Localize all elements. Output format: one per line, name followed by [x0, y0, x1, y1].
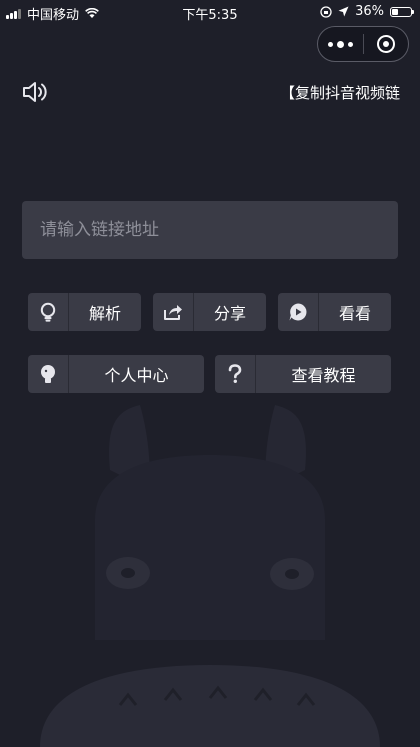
marquee-notice: 【复制抖音视频链: [280, 84, 401, 102]
rotation-lock-icon: [320, 5, 332, 18]
mini-program-capsule: [317, 26, 409, 62]
profile-button[interactable]: 个人中心: [28, 355, 204, 393]
status-right: 36%: [320, 4, 414, 19]
app-screen: 中国移动 下午5:35 36% 【复制抖音视频链 请输入链接地址 解析 分享 看…: [0, 0, 420, 747]
battery-percent: 36%: [355, 4, 384, 19]
share-icon: [153, 293, 194, 331]
link-url-input[interactable]: [22, 201, 398, 259]
share-button-label: 分享: [213, 304, 246, 323]
speaker-icon[interactable]: [22, 80, 48, 104]
status-bar: 中国移动 下午5:35 36%: [0, 0, 420, 24]
lightbulb-icon: [28, 293, 69, 331]
profile-button-label: 个人中心: [104, 366, 169, 385]
watch-button[interactable]: 看看: [278, 293, 391, 331]
share-button[interactable]: 分享: [153, 293, 266, 331]
battery-icon: [390, 6, 414, 17]
more-dots-icon[interactable]: [318, 40, 363, 48]
close-circle-icon[interactable]: [364, 35, 409, 53]
user-icon: [28, 355, 69, 393]
watch-button-label: 看看: [338, 304, 371, 323]
parse-button[interactable]: 解析: [28, 293, 141, 331]
tutorial-button-label: 查看教程: [291, 366, 356, 385]
battery-fill: [392, 8, 399, 15]
location-arrow-icon: [338, 6, 349, 17]
question-icon: [215, 355, 256, 393]
play-icon: [278, 293, 319, 331]
parse-button-label: 解析: [88, 304, 121, 323]
tutorial-button[interactable]: 查看教程: [215, 355, 391, 393]
